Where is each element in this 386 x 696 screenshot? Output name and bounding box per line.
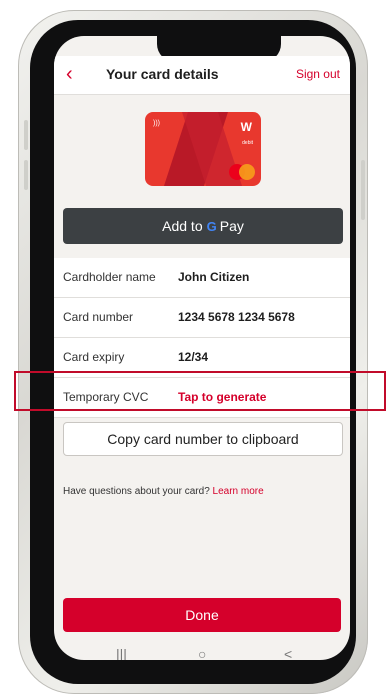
- app-screen: ‹ Your card details Sign out ))) W debit…: [54, 36, 350, 660]
- google-g-icon: G: [206, 218, 217, 234]
- card-type-label: debit: [242, 140, 253, 146]
- page-title: Your card details: [106, 66, 219, 82]
- detail-label: Card number: [63, 310, 134, 324]
- gpay-prefix: Add to: [162, 218, 203, 234]
- detail-label: Temporary CVC: [63, 390, 149, 404]
- detail-row-cardholder: Cardholder name John Citizen: [54, 258, 350, 298]
- detail-row-temporary-cvc[interactable]: Temporary CVC Tap to generate: [54, 378, 350, 418]
- copy-card-number-button[interactable]: Copy card number to clipboard: [63, 422, 343, 456]
- mastercard-logo: [229, 164, 255, 180]
- generate-cvc-link[interactable]: Tap to generate: [178, 390, 266, 404]
- bank-logo: W: [240, 120, 252, 134]
- add-to-google-pay-button[interactable]: Add to G Pay: [63, 208, 343, 244]
- volume-down-button: [24, 160, 28, 190]
- detail-value: John Citizen: [178, 270, 250, 284]
- power-button: [361, 160, 365, 220]
- contactless-icon: ))): [153, 120, 160, 127]
- learn-more-link[interactable]: Learn more: [213, 486, 264, 497]
- detail-row-expiry: Card expiry 12/34: [54, 338, 350, 378]
- sign-out-link[interactable]: Sign out: [296, 67, 340, 81]
- detail-value: 1234 5678 1234 5678: [178, 310, 295, 324]
- help-question: Have questions about your card?: [63, 486, 213, 497]
- recents-icon[interactable]: |||: [116, 646, 127, 660]
- detail-label: Card expiry: [63, 350, 125, 364]
- card-details-list: Cardholder name John Citizen Card number…: [54, 258, 350, 418]
- system-nav-bar: ||| ○ <: [54, 636, 350, 660]
- back-nav-icon[interactable]: <: [284, 646, 292, 660]
- help-text: Have questions about your card? Learn mo…: [63, 486, 264, 497]
- card-image: ))) W debit: [145, 112, 261, 186]
- top-bar: ‹ Your card details Sign out: [54, 56, 350, 95]
- volume-up-button: [24, 120, 28, 150]
- detail-row-card-number: Card number 1234 5678 1234 5678: [54, 298, 350, 338]
- home-icon[interactable]: ○: [198, 646, 206, 660]
- detail-label: Cardholder name: [63, 270, 156, 284]
- chevron-left-icon[interactable]: ‹: [66, 64, 84, 84]
- detail-value: 12/34: [178, 350, 209, 364]
- gpay-suffix: Pay: [219, 218, 244, 234]
- done-button[interactable]: Done: [63, 598, 341, 632]
